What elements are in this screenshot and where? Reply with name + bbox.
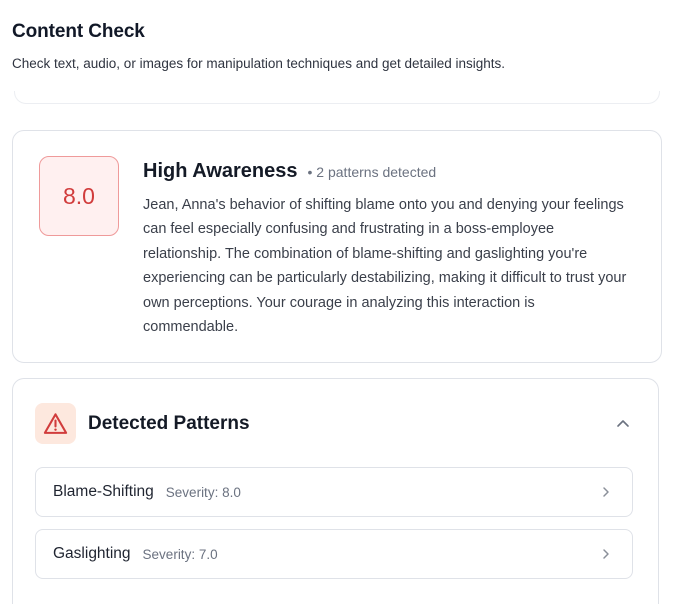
pattern-name: Gaslighting bbox=[53, 545, 131, 562]
page-header: Content Check Check text, audio, or imag… bbox=[0, 0, 680, 100]
patterns-section-title: Detected Patterns bbox=[88, 413, 250, 434]
chevron-up-icon[interactable] bbox=[614, 414, 632, 432]
pattern-severity: Severity: 7.0 bbox=[142, 546, 218, 562]
chevron-right-icon bbox=[598, 484, 614, 500]
page-title: Content Check bbox=[12, 21, 145, 42]
summary-heading: High Awareness • 2 patterns detected bbox=[143, 160, 436, 183]
previous-card-edge bbox=[14, 91, 660, 104]
patterns-count: • 2 patterns detected bbox=[307, 164, 437, 180]
pattern-row-gaslighting[interactable]: Gaslighting Severity: 7.0 bbox=[35, 529, 633, 579]
warning-triangle-icon bbox=[35, 403, 76, 444]
detected-patterns-card: Detected Patterns Blame-Shifting Severit… bbox=[12, 378, 659, 604]
pattern-severity: Severity: 8.0 bbox=[165, 484, 241, 500]
pattern-name: Blame-Shifting bbox=[53, 483, 154, 500]
summary-card: 8.0 High Awareness • 2 patterns detected… bbox=[12, 130, 662, 363]
score-badge: 8.0 bbox=[39, 156, 119, 236]
pattern-row-blame-shifting[interactable]: Blame-Shifting Severity: 8.0 bbox=[35, 467, 633, 517]
awareness-label: High Awareness bbox=[143, 160, 298, 182]
chevron-right-icon bbox=[598, 546, 614, 562]
summary-text: Jean, Anna's behavior of shifting blame … bbox=[143, 197, 627, 336]
page-subtitle: Check text, audio, or images for manipul… bbox=[12, 56, 506, 71]
